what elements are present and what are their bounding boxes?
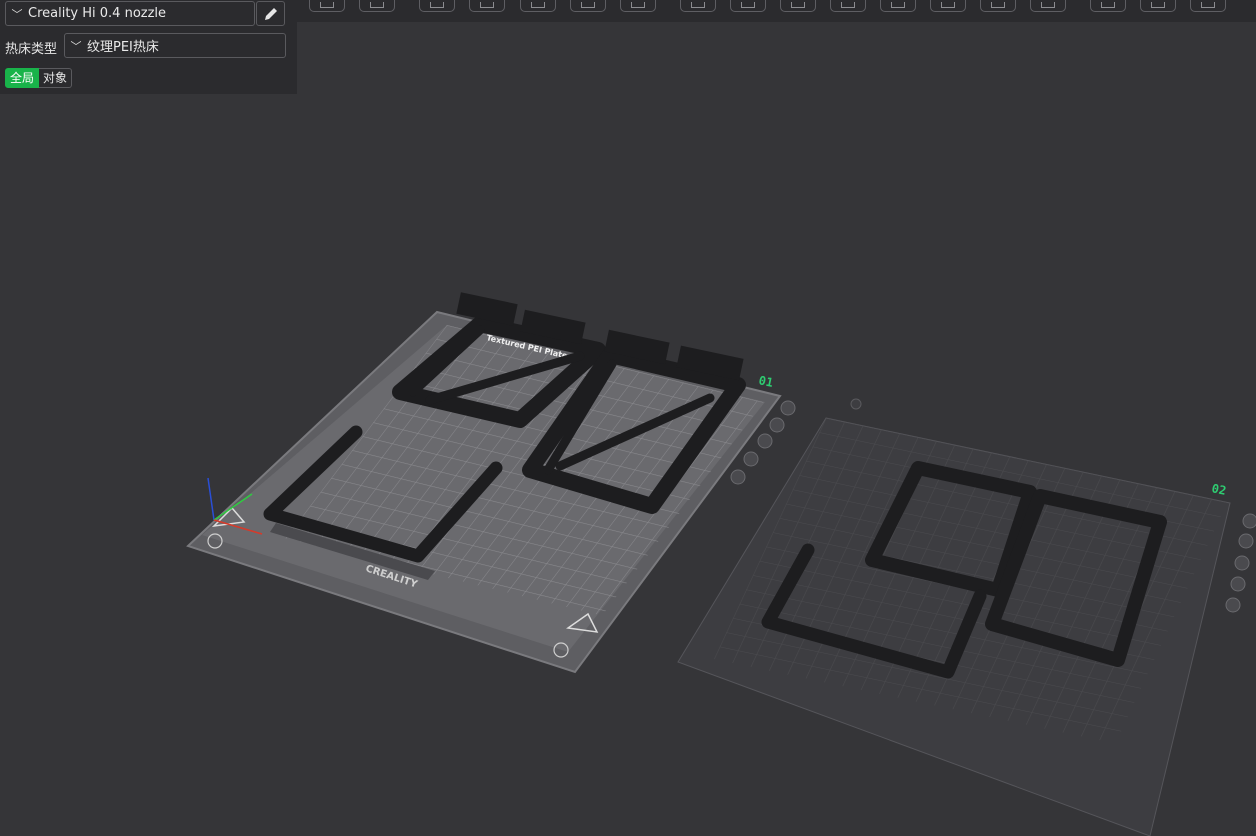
scope-toggle: 全局 对象 <box>5 68 73 88</box>
bed-type-label: 热床类型 <box>5 42 58 57</box>
scope-global-tab[interactable]: 全局 <box>5 68 40 88</box>
edit-printer-button[interactable] <box>256 1 285 26</box>
close-icon[interactable] <box>1242 513 1256 529</box>
arrange-plate-icon[interactable] <box>1238 533 1254 549</box>
scope-object-tab[interactable]: 对象 <box>39 68 73 88</box>
plate-02-controls <box>1225 513 1256 613</box>
plate-number-02: 02 <box>1210 481 1227 498</box>
chevron-down-icon: ﹀ <box>11 7 23 21</box>
bed-type-value: 纹理PEI热床 <box>87 40 159 55</box>
plate-number-01: 01 <box>757 373 774 390</box>
chevron-down-icon: ﹀ <box>70 39 82 53</box>
close-icon[interactable] <box>780 400 796 416</box>
lock-icon[interactable] <box>743 451 759 467</box>
bed-type-select[interactable]: ﹀ 纹理PEI热床 <box>64 33 286 58</box>
orient-plate-icon[interactable] <box>1234 555 1250 571</box>
settings-gear-icon[interactable] <box>730 469 746 485</box>
settings-panel: ﹀ Creality Hi 0.4 nozzle 热床类型 ﹀ 纹理PEI热床 … <box>0 0 297 94</box>
3d-viewport[interactable]: CREALITY Textured PEI Plate 01 02 <box>0 0 1256 836</box>
pencil-icon <box>264 7 277 20</box>
arrange-plate-icon[interactable] <box>769 417 785 433</box>
lock-icon[interactable] <box>1230 576 1246 592</box>
printer-name: Creality Hi 0.4 nozzle <box>28 6 167 21</box>
orient-plate-icon[interactable] <box>757 433 773 449</box>
printer-select[interactable]: ﹀ Creality Hi 0.4 nozzle <box>5 1 255 26</box>
settings-gear-icon[interactable] <box>1225 597 1241 613</box>
plate-02-indicator-icon <box>850 398 862 410</box>
